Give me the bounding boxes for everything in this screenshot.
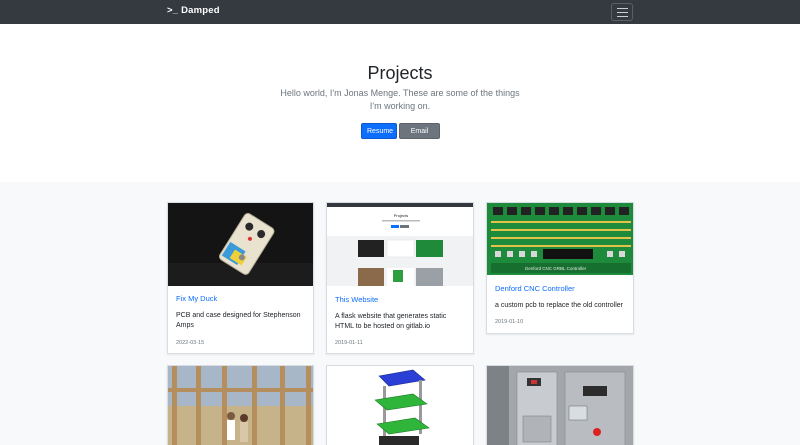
project-title[interactable]: Fix My Duck (176, 294, 217, 303)
project-date: 2019-01-11 (335, 340, 363, 346)
navbar: >_ Damped (0, 0, 800, 24)
hero-lead: Hello world, I'm Jonas Menge. These are … (280, 88, 520, 111)
project-thumbnail: Denford CNC GRBL Controller (487, 203, 633, 275)
navbar-toggler-button[interactable] (611, 3, 633, 21)
project-card-fix-my-duck[interactable]: Fix My Duck PCB and case designed for St… (167, 202, 314, 354)
project-thumbnail (168, 366, 313, 445)
project-thumbnail (327, 366, 473, 445)
project-title[interactable]: Denford CNC Controller (495, 284, 575, 293)
project-card[interactable] (326, 365, 474, 445)
hamburger-icon (617, 8, 628, 9)
project-title[interactable]: This Website (335, 295, 378, 304)
project-card[interactable] (167, 365, 314, 445)
email-me-button[interactable]: Email Me! (399, 123, 440, 151)
project-thumbnail: Projects (327, 203, 473, 286)
project-card-denford-cnc[interactable]: Denford CNC GRBL Controller Denford CNC … (486, 202, 634, 334)
resume-button[interactable]: Resume (361, 123, 397, 139)
page-title: Projects (367, 63, 433, 83)
project-description: A flask website that generates static HT… (335, 313, 447, 330)
project-card[interactable] (486, 365, 634, 445)
projects-album: Fix My Duck PCB and case designed for St… (0, 182, 800, 445)
pcb-label: Denford CNC GRBL Controller (525, 266, 587, 271)
project-thumbnail (168, 203, 313, 286)
project-description: PCB and case designed for Stephenson Amp… (176, 312, 301, 329)
project-thumbnail (487, 366, 633, 445)
project-date: 2019-01-10 (495, 319, 524, 325)
thumb-heading: Projects (394, 213, 408, 218)
brand-link[interactable]: >_ Damped (167, 5, 220, 16)
project-date: 2022-03-15 (176, 340, 205, 346)
hero-section: Projects Hello world, I'm Jonas Menge. T… (0, 24, 800, 182)
project-description: a custom pcb to replace the old controll… (495, 302, 624, 309)
project-card-this-website[interactable]: Projects This Website A flask website th… (326, 202, 474, 354)
